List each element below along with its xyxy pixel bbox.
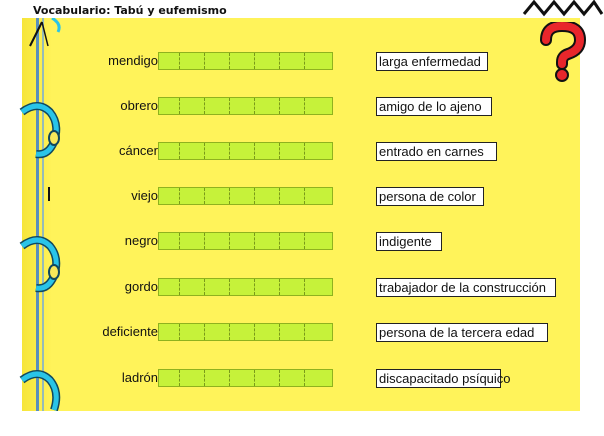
taboo-word-label: gordo — [124, 279, 158, 294]
word-row: viejo — [60, 186, 158, 208]
slot-divider — [179, 279, 180, 295]
slot-divider — [204, 370, 205, 386]
question-mark-icon[interactable] — [536, 22, 588, 82]
word-row: deficiente — [60, 322, 158, 344]
slot-divider — [254, 324, 255, 340]
slot-divider — [279, 53, 280, 69]
slot-divider — [304, 324, 305, 340]
taboo-word-label: obrero — [120, 98, 158, 113]
slot-divider — [204, 143, 205, 159]
taboo-word-label: deficiente — [102, 324, 158, 339]
slot-divider — [254, 53, 255, 69]
word-row: obrero — [60, 96, 158, 118]
slot-divider — [229, 98, 230, 114]
text-cursor — [48, 187, 50, 201]
page-title: Vocabulario: Tabú y eufemismo — [33, 4, 227, 17]
slot-divider — [204, 188, 205, 204]
slot-divider — [179, 143, 180, 159]
answer-drop-slot[interactable] — [158, 278, 333, 296]
answer-drop-slot[interactable] — [158, 142, 333, 160]
pencil-mark-icon — [29, 18, 61, 47]
euphemism-option[interactable]: indigente — [376, 232, 442, 251]
taboo-word-label: viejo — [131, 188, 158, 203]
margin-line — [36, 18, 39, 411]
word-row: gordo — [60, 277, 158, 299]
binder-ring-icon — [19, 370, 61, 412]
slot-divider — [254, 188, 255, 204]
slot-divider — [179, 188, 180, 204]
word-row: ladrón — [60, 368, 158, 390]
slot-divider — [229, 143, 230, 159]
slot-divider — [229, 233, 230, 249]
slot-divider — [304, 370, 305, 386]
slot-divider — [229, 279, 230, 295]
slot-divider — [204, 53, 205, 69]
word-row: negro — [60, 231, 158, 253]
slot-divider — [254, 143, 255, 159]
slot-divider — [279, 233, 280, 249]
answer-drop-slot[interactable] — [158, 187, 333, 205]
slot-divider — [229, 53, 230, 69]
slot-divider — [279, 143, 280, 159]
binder-ring-icon — [19, 236, 61, 293]
slot-divider — [179, 53, 180, 69]
answer-drop-slot[interactable] — [158, 232, 333, 250]
answer-drop-slot[interactable] — [158, 97, 333, 115]
taboo-word-label: cáncer — [118, 143, 158, 158]
taboo-word-label: mendigo — [108, 53, 158, 68]
slot-divider — [179, 324, 180, 340]
slot-divider — [204, 233, 205, 249]
slot-divider — [204, 98, 205, 114]
euphemism-option[interactable]: larga enfermedad — [376, 52, 488, 71]
euphemism-option[interactable]: entrado en carnes — [376, 142, 497, 161]
slot-divider — [279, 98, 280, 114]
taboo-word-label: negro — [124, 233, 158, 248]
word-row: mendigo — [60, 51, 158, 73]
euphemism-option[interactable]: persona de la tercera edad — [376, 323, 548, 342]
binder-ring-icon — [19, 102, 61, 159]
slot-divider — [279, 279, 280, 295]
slot-divider — [254, 279, 255, 295]
answer-drop-slot[interactable] — [158, 52, 333, 70]
word-row: cáncer — [60, 141, 158, 163]
answer-drop-slot[interactable] — [158, 369, 333, 387]
slot-divider — [229, 324, 230, 340]
slot-divider — [304, 279, 305, 295]
notebook-board — [22, 18, 580, 411]
page-footer — [0, 411, 604, 436]
euphemism-option[interactable]: discapacitado psíquico — [376, 369, 511, 388]
zigzag-logo-icon — [522, 0, 604, 17]
euphemism-option[interactable]: amigo de lo ajeno — [376, 97, 492, 116]
slot-divider — [304, 188, 305, 204]
euphemism-option[interactable]: trabajador de la construcción — [376, 278, 556, 297]
answer-drop-slot[interactable] — [158, 323, 333, 341]
slot-divider — [179, 370, 180, 386]
slot-divider — [279, 370, 280, 386]
slot-divider — [179, 98, 180, 114]
slot-divider — [254, 370, 255, 386]
slot-divider — [304, 53, 305, 69]
slot-divider — [304, 143, 305, 159]
euphemism-option[interactable]: persona de color — [376, 187, 484, 206]
taboo-word-label: ladrón — [121, 370, 158, 385]
slot-divider — [279, 324, 280, 340]
slot-divider — [254, 233, 255, 249]
slot-divider — [279, 188, 280, 204]
title-bar: Vocabulario: Tabú y eufemismo — [0, 0, 604, 18]
slot-divider — [254, 98, 255, 114]
slot-divider — [304, 98, 305, 114]
slot-divider — [229, 370, 230, 386]
slot-divider — [304, 233, 305, 249]
slot-divider — [179, 233, 180, 249]
margin-line-secondary — [42, 18, 44, 411]
slot-divider — [204, 324, 205, 340]
slot-divider — [204, 279, 205, 295]
slot-divider — [229, 188, 230, 204]
